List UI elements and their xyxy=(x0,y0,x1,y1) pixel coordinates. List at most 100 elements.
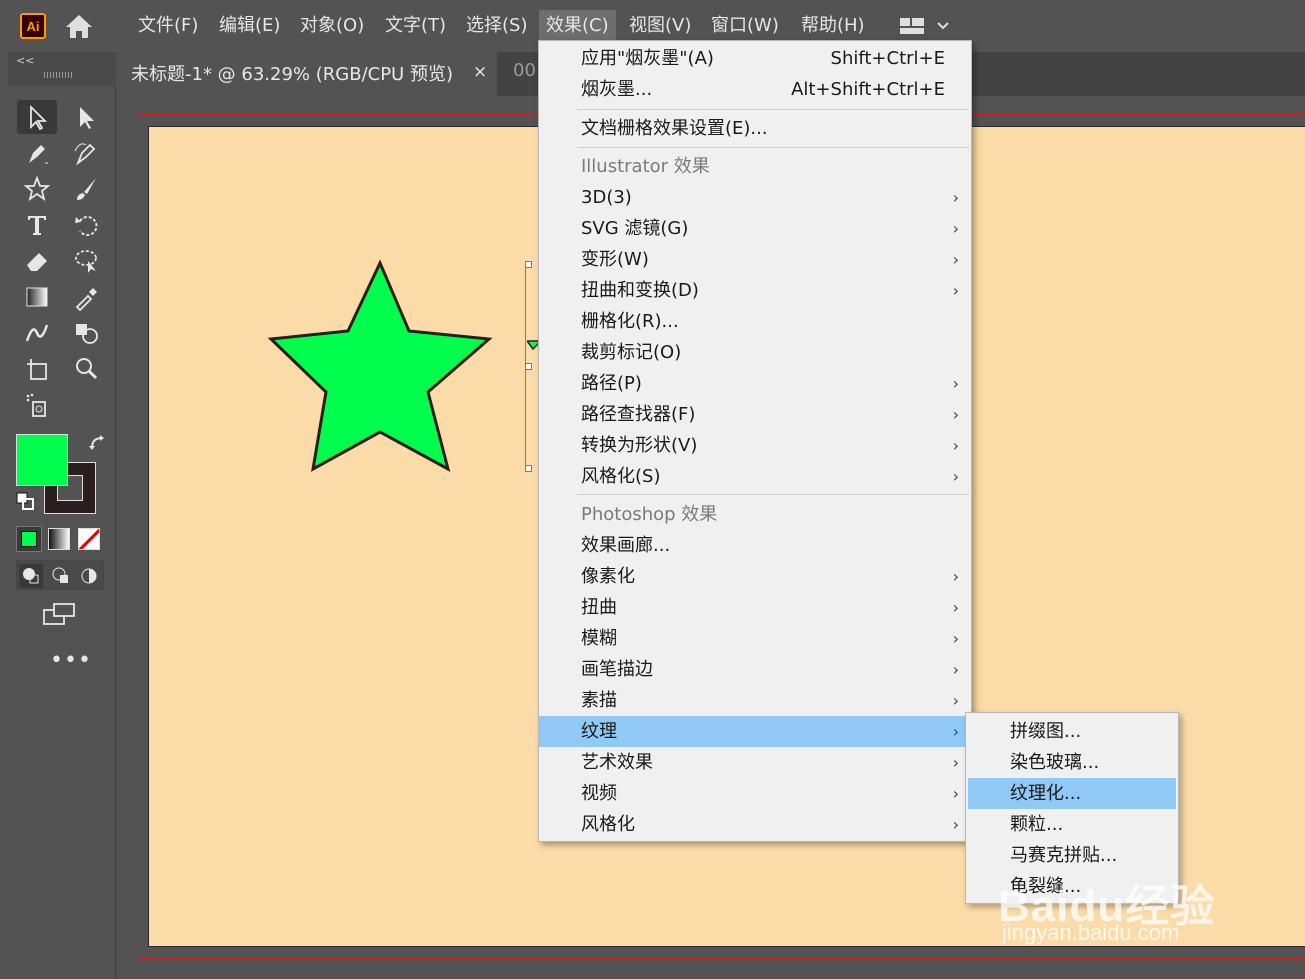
menu-item[interactable]: 纹理 › xyxy=(539,716,971,747)
curvature-tool[interactable] xyxy=(66,136,106,170)
fill-stroke-widget xyxy=(16,434,106,516)
draw-behind-icon[interactable] xyxy=(49,564,73,588)
star-shape[interactable] xyxy=(267,258,497,473)
close-tab-icon[interactable]: × xyxy=(473,62,487,82)
fill-swatch[interactable] xyxy=(16,434,68,486)
panel-grip[interactable] xyxy=(44,72,74,78)
draw-inside-icon[interactable] xyxy=(77,564,101,588)
menu-item-label: 栅格化(R)... xyxy=(581,311,679,332)
color-mode-gradient[interactable] xyxy=(48,528,70,550)
submenu-item-label: 染色玻璃... xyxy=(1010,752,1100,773)
document-tab[interactable]: 未标题-1* @ 63.29% (RGB/CPU 预览) × xyxy=(117,52,497,96)
selection-handle[interactable] xyxy=(525,465,532,472)
menu-help[interactable]: 帮助(H) xyxy=(794,10,872,41)
draw-normal-icon[interactable] xyxy=(19,564,43,588)
menu-item[interactable]: 路径查找器(F) › xyxy=(539,399,971,430)
symbol-sprayer-tool[interactable] xyxy=(17,388,57,422)
menu-object[interactable]: 对象(O) xyxy=(293,10,371,41)
eyedropper-tool[interactable] xyxy=(66,280,106,314)
menu-item-label: 视频 xyxy=(581,783,617,804)
menu-item[interactable]: 视频 › xyxy=(539,778,971,809)
direct-selection-arrow-icon xyxy=(80,107,94,129)
submenu-item[interactable]: 拼缀图... xyxy=(968,716,1176,747)
default-colors-icon[interactable] xyxy=(16,492,36,512)
submenu-item[interactable]: 纹理化... xyxy=(968,778,1176,809)
pen-tool[interactable] xyxy=(17,136,57,170)
menu-item[interactable]: 像素化 › xyxy=(539,561,971,592)
menu-item[interactable]: 扭曲和变换(D) › xyxy=(539,275,971,306)
menu-item-label: 扭曲 xyxy=(581,597,617,618)
menu-item[interactable]: 扭曲 › xyxy=(539,592,971,623)
menu-item[interactable]: 风格化(S) › xyxy=(539,461,971,492)
menu-item[interactable]: 栅格化(R)... xyxy=(539,306,971,337)
menu-item[interactable]: 变形(W) › xyxy=(539,244,971,275)
paintbrush-icon xyxy=(77,178,96,200)
menu-item-label: 变形(W) xyxy=(581,249,649,270)
workspace-switcher-icon[interactable] xyxy=(896,12,956,40)
paintbrush-tool[interactable] xyxy=(66,172,106,206)
submenu-item-label: 纹理化... xyxy=(1010,783,1082,804)
menu-item-label: 路径(P) xyxy=(581,373,642,394)
menu-apply-last-effect[interactable]: 应用"烟灰墨"(A) Shift+Ctrl+E xyxy=(539,43,971,74)
menu-effect[interactable]: 效果(C) xyxy=(539,10,616,41)
menu-item-label: SVG 滤镜(G) xyxy=(581,218,689,239)
menu-last-effect[interactable]: 烟灰墨... Alt+Shift+Ctrl+E xyxy=(539,74,971,105)
submenu-arrow-icon: › xyxy=(952,374,959,393)
lasso-tool[interactable] xyxy=(66,244,106,278)
illustrator-effects-header: Illustrator 效果 xyxy=(581,156,710,177)
menu-file[interactable]: 文件(F) xyxy=(131,10,205,41)
color-mode-color[interactable] xyxy=(16,526,42,552)
shape-builder-tool[interactable] xyxy=(66,316,106,350)
menu-item[interactable]: 路径(P) › xyxy=(539,368,971,399)
menu-item[interactable]: 转换为形状(V) › xyxy=(539,430,971,461)
menu-item-label: 路径查找器(F) xyxy=(581,404,696,425)
screen-mode-icon[interactable] xyxy=(42,600,78,628)
symbol-sprayer-icon xyxy=(26,393,46,417)
eraser-tool[interactable] xyxy=(17,244,57,278)
menu-view[interactable]: 视图(V) xyxy=(622,10,698,41)
menu-type[interactable]: 文字(T) xyxy=(378,10,453,41)
menu-item-label: 素描 xyxy=(581,690,617,711)
menu-edit[interactable]: 编辑(E) xyxy=(212,10,287,41)
gradient-tool[interactable] xyxy=(17,280,57,314)
menu-item[interactable]: 效果画廊... xyxy=(539,530,971,561)
menu-document-raster-settings[interactable]: 文档栅格效果设置(E)... xyxy=(539,113,971,144)
menu-item[interactable]: 素描 › xyxy=(539,685,971,716)
selection-handle[interactable] xyxy=(525,363,532,370)
star-tool[interactable] xyxy=(17,172,57,206)
swap-fill-stroke-icon[interactable] xyxy=(88,434,108,454)
artboard-icon xyxy=(27,359,47,380)
puppet-warp-tool[interactable] xyxy=(17,316,57,350)
lasso-icon xyxy=(75,250,97,273)
submenu-item[interactable]: 染色玻璃... xyxy=(968,747,1176,778)
menu-item[interactable]: 艺术效果 › xyxy=(539,747,971,778)
menu-item[interactable]: 风格化 › xyxy=(539,809,971,840)
home-icon[interactable] xyxy=(64,12,94,40)
menu-window[interactable]: 窗口(W) xyxy=(704,10,786,41)
rotate-tool[interactable] xyxy=(66,208,106,242)
direct-selection-tool[interactable] xyxy=(66,100,106,134)
selection-handle[interactable] xyxy=(525,261,532,268)
color-mode-none[interactable] xyxy=(78,528,100,550)
baidu-jingyan-watermark: Baidu经验 jingyan.baidu.com xyxy=(998,832,1298,952)
menu-item-label: 3D(3) xyxy=(581,187,632,208)
more-tools-icon[interactable]: ••• xyxy=(50,648,92,673)
tools-panel: << ••• xyxy=(8,52,116,979)
illustrator-logo-icon: Ai xyxy=(20,13,46,39)
submenu-arrow-icon: › xyxy=(952,405,959,424)
submenu-arrow-icon: › xyxy=(952,250,959,269)
selection-tool[interactable] xyxy=(17,100,57,134)
menu-item[interactable]: SVG 滤镜(G) › xyxy=(539,213,971,244)
menu-item[interactable]: 3D(3) › xyxy=(539,182,971,213)
type-tool[interactable] xyxy=(17,208,57,242)
artboard-tool[interactable] xyxy=(17,352,57,386)
submenu-arrow-icon: › xyxy=(952,281,959,300)
puppet-warp-icon xyxy=(25,324,49,342)
second-document-tab[interactable]: 00 xyxy=(513,60,536,81)
menu-item[interactable]: 画笔描边 › xyxy=(539,654,971,685)
zoom-tool[interactable] xyxy=(66,352,106,386)
collapse-panel-icon[interactable]: << xyxy=(16,54,34,67)
menu-item[interactable]: 模糊 › xyxy=(539,623,971,654)
menu-item[interactable]: 裁剪标记(O) xyxy=(539,337,971,368)
menu-select[interactable]: 选择(S) xyxy=(459,10,534,41)
